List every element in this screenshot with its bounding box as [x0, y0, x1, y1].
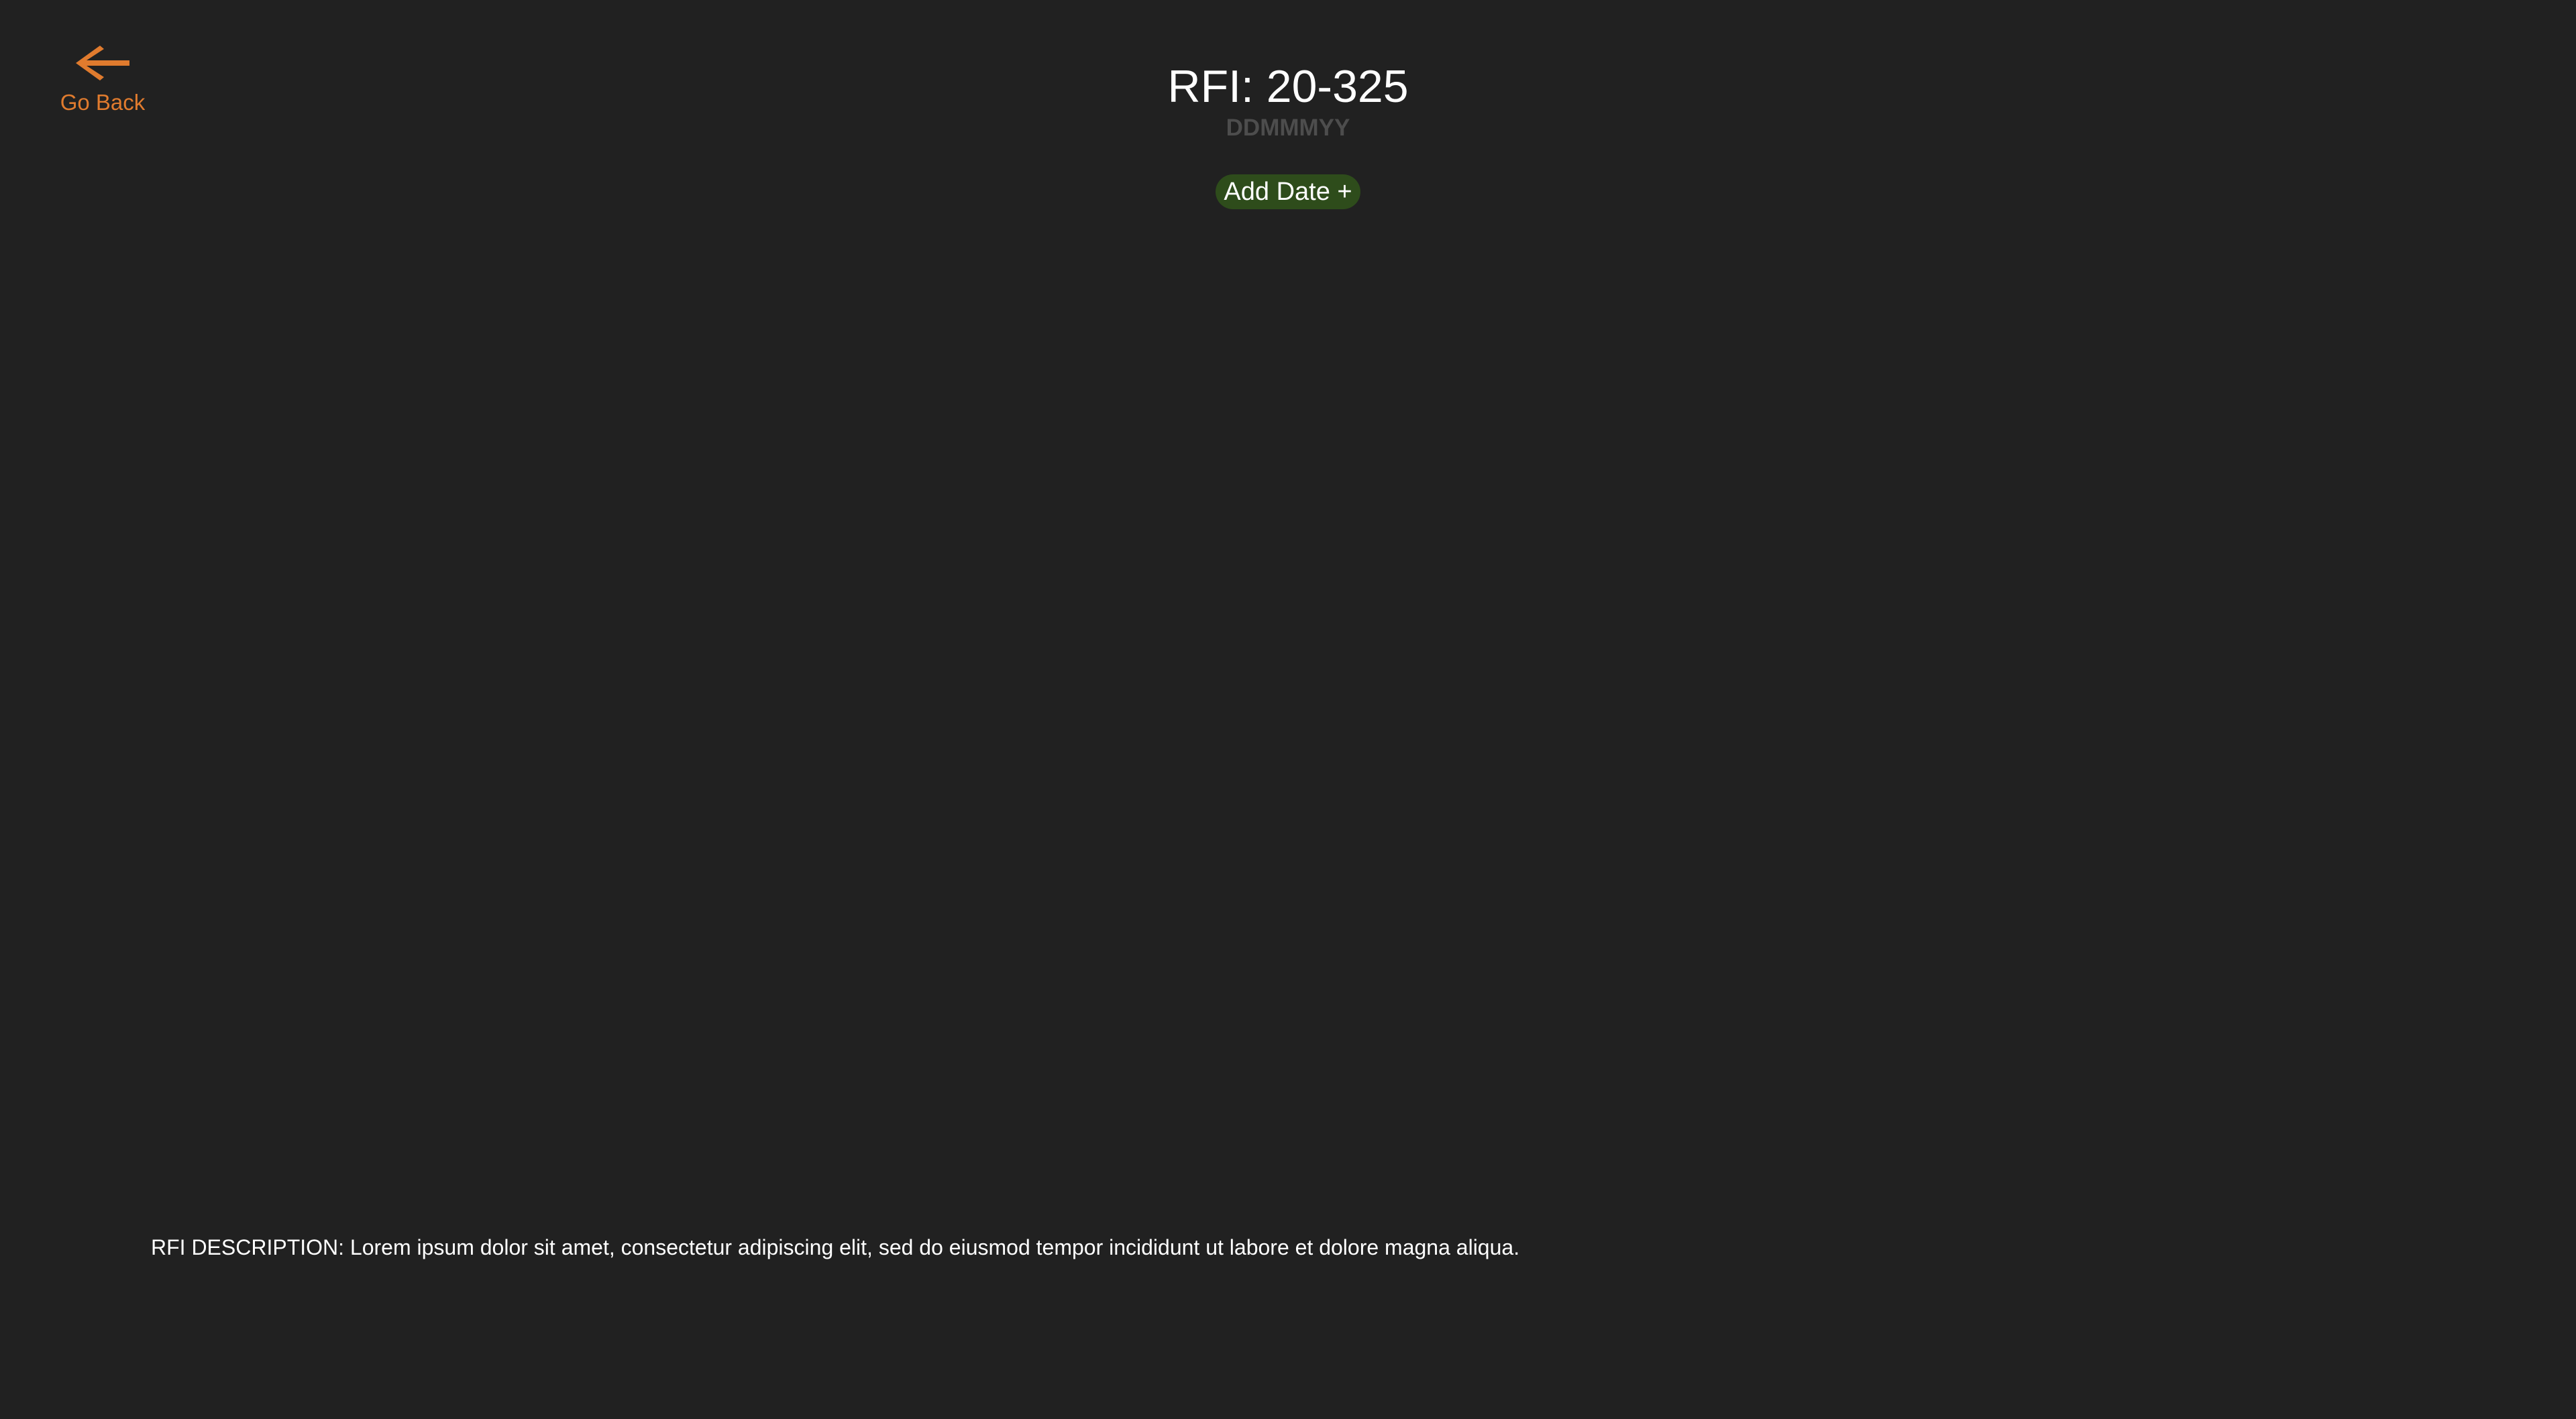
rfi-description: RFI DESCRIPTION: Lorem ipsum dolor sit a… — [151, 1235, 1520, 1259]
add-date-button[interactable]: Add Date + — [1216, 174, 1360, 209]
rfi-header: RFI: 20-325 DDMMMYY Add Date + — [0, 56, 2576, 209]
rfi-detail-page: Go Back RFI: 20-325 DDMMMYY Add Date + R… — [0, 0, 2576, 1419]
page-title: RFI: 20-325 — [1167, 61, 1409, 112]
date-placeholder: DDMMMYY — [1226, 115, 1350, 141]
